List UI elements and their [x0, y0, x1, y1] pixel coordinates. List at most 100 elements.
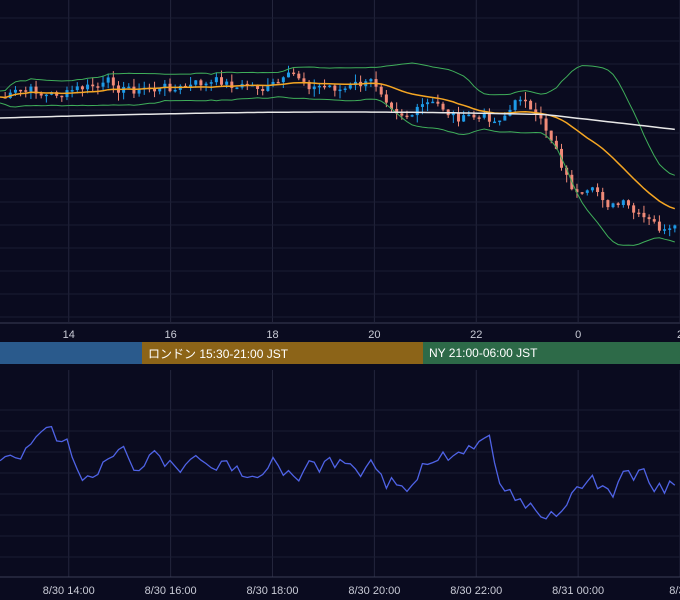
- price-x-tick-label: 18: [266, 329, 278, 341]
- candle-body: [673, 225, 677, 229]
- candle-body: [292, 72, 296, 75]
- candle-body: [101, 82, 105, 87]
- osc-x-tick-label: 8/30 22:00: [450, 585, 502, 597]
- candle-body: [642, 212, 646, 218]
- candle-body: [400, 113, 404, 116]
- candle-body: [96, 86, 100, 88]
- candle-body: [611, 203, 615, 208]
- candle-body: [477, 117, 481, 119]
- candle-body: [44, 94, 48, 97]
- candle-body: [194, 80, 198, 85]
- candle-body: [286, 72, 290, 78]
- candle-body: [585, 190, 589, 193]
- osc-x-tick-label: 8/30 20:00: [348, 585, 400, 597]
- candle-body: [328, 85, 332, 88]
- candle-body: [626, 200, 630, 206]
- candle-body: [431, 101, 435, 104]
- candle-body: [544, 118, 548, 131]
- candle-body: [173, 89, 177, 92]
- candle-body: [369, 79, 373, 82]
- bollinger-upper-line: [0, 62, 675, 176]
- price-panel[interactable]: 1416182022028/30 14:008/30 16:008/30 18:…: [0, 0, 680, 600]
- candle-body: [467, 114, 471, 117]
- candle-body: [663, 229, 667, 231]
- candle-body: [13, 89, 17, 93]
- candle-body: [225, 81, 229, 85]
- candle-body: [436, 101, 440, 104]
- candle-body: [472, 114, 476, 118]
- candle-body: [451, 113, 455, 116]
- candle-body: [24, 90, 28, 92]
- osc-x-tick-label: 8/31 00:00: [552, 585, 604, 597]
- price-x-tick-label: 0: [575, 329, 581, 341]
- osc-x-tick-label: 8/30 18:00: [247, 585, 299, 597]
- candle-body: [637, 212, 641, 215]
- session-label-ny: NY 21:00-06:00 JST: [429, 346, 538, 360]
- session-label-london: ロンドン 15:30-21:00 JST: [148, 346, 289, 361]
- session-band-london: ロンドン 15:30-21:00 JST: [142, 342, 423, 364]
- candle-body: [518, 99, 522, 102]
- candle-body: [503, 115, 507, 121]
- candle-body: [379, 86, 383, 95]
- candle-body: [302, 78, 306, 82]
- candle-body: [230, 81, 234, 88]
- candle-body: [235, 87, 239, 90]
- candle-body: [601, 192, 605, 201]
- candle-body: [209, 82, 213, 84]
- candle-body: [668, 228, 672, 230]
- candle-body: [420, 104, 424, 107]
- candle-body: [204, 83, 208, 86]
- candle-body: [317, 85, 321, 88]
- candle-body: [75, 86, 79, 91]
- candle-body: [529, 100, 533, 110]
- osc-x-tick-label: 8/31: [669, 585, 680, 597]
- candle-body: [39, 93, 43, 96]
- candle-body: [261, 88, 265, 91]
- candle-body: [214, 77, 218, 83]
- candle-body: [462, 115, 466, 122]
- candle-body: [415, 106, 419, 116]
- candle-body: [220, 77, 224, 85]
- candle-body: [493, 121, 497, 124]
- price-x-tick-label: 16: [165, 329, 177, 341]
- candle-body: [632, 205, 636, 213]
- candle-body: [106, 77, 110, 83]
- candle-body: [80, 86, 84, 90]
- candle-body: [111, 77, 115, 86]
- candle-body: [60, 95, 64, 98]
- price-x-tick-label: 20: [368, 329, 380, 341]
- ma-short-line: [0, 81, 676, 210]
- candle-body: [297, 73, 301, 79]
- candle-body: [456, 113, 460, 122]
- candle-body: [333, 85, 337, 91]
- candle-body: [312, 86, 316, 90]
- candle-body: [19, 89, 23, 92]
- session-band-ny: NY 21:00-06:00 JST: [423, 342, 680, 364]
- candle-body: [441, 103, 445, 110]
- candle-body: [70, 90, 74, 92]
- candle-body: [91, 84, 95, 87]
- chart-root: 1416182022028/30 14:008/30 16:008/30 18:…: [0, 0, 680, 600]
- candle-body: [153, 88, 157, 92]
- candle-body: [338, 89, 342, 92]
- candle-body: [199, 80, 203, 86]
- candle-body: [426, 102, 430, 105]
- candle-body: [606, 200, 610, 208]
- bollinger-lower-line: [0, 96, 675, 246]
- candle-body: [348, 85, 352, 89]
- osc-x-tick-label: 8/30 14:00: [43, 585, 95, 597]
- candle-body: [323, 85, 327, 88]
- candle-body: [281, 77, 285, 83]
- candle-body: [498, 120, 502, 123]
- candle-body: [86, 84, 90, 90]
- session-band-tokyo: [0, 342, 142, 364]
- candle-body: [616, 203, 620, 206]
- candle-body: [127, 86, 131, 89]
- candle-body: [652, 219, 656, 222]
- candle-body: [596, 187, 600, 193]
- candle-body: [384, 94, 388, 103]
- candle-body: [621, 200, 625, 206]
- candle-body: [487, 113, 491, 122]
- candle-body: [266, 85, 270, 91]
- candle-body: [343, 88, 347, 90]
